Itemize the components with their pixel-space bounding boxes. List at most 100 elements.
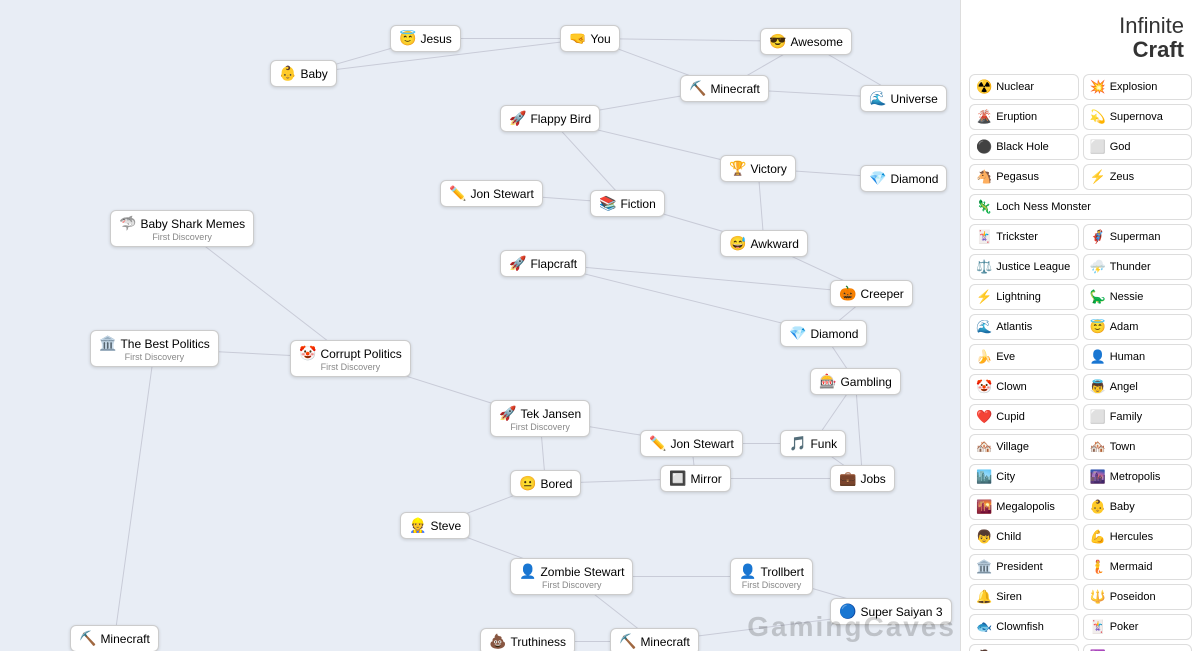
node-victory[interactable]: 🏆Victory [720,155,796,182]
sidebar-emoji-21: ❤️ [976,409,992,425]
sidebar-item-clown[interactable]: 🤡Clown [969,374,1079,400]
node-minecraft1[interactable]: ⛏️Minecraft [680,75,769,102]
node-flapcraft[interactable]: 🚀Flapcraft [500,250,586,277]
sidebar-item-baby[interactable]: 👶Baby [1083,494,1193,520]
sidebar-item-vampirate[interactable]: 🧛Vampirate [969,644,1079,651]
node-jobs[interactable]: 💼Jobs [830,465,895,492]
sidebar-emoji-16: 😇 [1090,319,1106,335]
sidebar-item-town[interactable]: 🏘️Town [1083,434,1193,460]
sidebar-item-angel[interactable]: 👼Angel [1083,374,1193,400]
sidebar-item-supernova[interactable]: 💫Supernova [1083,104,1193,130]
node-label-corrupt_politics: Corrupt Politics [320,347,401,361]
sidebar-item-president[interactable]: 🏛️President [969,554,1079,580]
sidebar-label-36: Poker [1110,621,1139,633]
sidebar-item-family[interactable]: ⬜Family [1083,404,1193,430]
node-fiction[interactable]: 📚Fiction [590,190,665,217]
node-awkward[interactable]: 😅Awkward [720,230,808,257]
node-jesus[interactable]: 😇Jesus [390,25,461,52]
node-minecraft2[interactable]: ⛏️Minecraft [70,625,159,651]
sidebar-item-clownfish[interactable]: 🐟Clownfish [969,614,1079,640]
sidebar-emoji-28: 👶 [1090,499,1106,515]
node-corrupt_politics[interactable]: 🤡Corrupt PoliticsFirst Discovery [290,340,411,377]
node-label-victory: Victory [750,162,786,176]
node-mirror[interactable]: 🔲Mirror [660,465,731,492]
node-emoji-truthiness: 💩 [489,633,506,650]
sidebar-item-black-hole[interactable]: ⚫Black Hole [969,134,1079,160]
node-label-flapcraft: Flapcraft [530,257,577,271]
node-gambling[interactable]: 🎰Gambling [810,368,901,395]
node-funk[interactable]: 🎵Funk [780,430,846,457]
sidebar-item-eve[interactable]: 🍌Eve [969,344,1079,370]
node-label-super_saiyan: Super Saiyan 3 [860,605,942,619]
node-zombie_stewart[interactable]: 👤Zombie StewartFirst Discovery [510,558,633,595]
node-you[interactable]: 🤜You [560,25,620,52]
node-flappy_bird[interactable]: 🚀Flappy Bird [500,105,600,132]
sidebar-item-lightning[interactable]: ⚡Lightning [969,284,1079,310]
sidebar-item-pegasus[interactable]: 🐴Pegasus [969,164,1079,190]
node-best_politics[interactable]: 🏛️The Best PoliticsFirst Discovery [90,330,219,367]
node-tek_jansen[interactable]: 🚀Tek JansenFirst Discovery [490,400,590,437]
node-label-trollbert: Trollbert [760,565,804,579]
node-minecraft3[interactable]: ⛏️Minecraft [610,628,699,651]
node-bored[interactable]: 😐Bored [510,470,581,497]
node-label-mirror: Mirror [690,472,721,486]
sidebar-item-loch-ness-monster[interactable]: 🦎Loch Ness Monster [969,194,1192,220]
sidebar-label-5: God [1110,141,1131,153]
node-baby_shark[interactable]: 🦈Baby Shark MemesFirst Discovery [110,210,254,247]
sidebar-item-zeus[interactable]: ⚡Zeus [1083,164,1193,190]
sidebar-item-poker[interactable]: 🃏Poker [1083,614,1193,640]
sidebar-item-cupid[interactable]: ❤️Cupid [969,404,1079,430]
sidebar-item-superman[interactable]: 🦸Superman [1083,224,1193,250]
node-jon_stewart1[interactable]: ✏️Jon Stewart [440,180,543,207]
node-universe[interactable]: 🌊Universe [860,85,947,112]
sidebar-item-justice-league[interactable]: ⚖️Justice League [969,254,1079,280]
sidebar-item-atlantis[interactable]: 🌊Atlantis [969,314,1079,340]
sidebar-item-siren[interactable]: 🔔Siren [969,584,1079,610]
node-super_saiyan[interactable]: 🔵Super Saiyan 3 [830,598,952,625]
node-diamond[interactable]: 💎Diamond [860,165,947,192]
sidebar-item-god[interactable]: ⬜God [1083,134,1193,160]
sidebar-label-19: Clown [996,381,1027,393]
sidebar-label-34: Poseidon [1110,591,1156,603]
sidebar-item-village[interactable]: 🏘️Village [969,434,1079,460]
sidebar-item-poseidon[interactable]: 🔱Poseidon [1083,584,1193,610]
sidebar-item-human[interactable]: 👤Human [1083,344,1193,370]
node-jon_stewart2[interactable]: ✏️Jon Stewart [640,430,743,457]
sidebar-item-city[interactable]: 🏙️City [969,464,1079,490]
node-awesome[interactable]: 😎Awesome [760,28,852,55]
sidebar-item-hercules[interactable]: 💪Hercules [1083,524,1193,550]
sidebar-item-megalopolis[interactable]: 🌇Megalopolis [969,494,1079,520]
sidebar-item-mermaid[interactable]: 🧜Mermaid [1083,554,1193,580]
sidebar-item-religion[interactable]: ✝️Religion [1083,644,1193,651]
node-emoji-baby: 👶 [279,65,296,82]
sidebar-item-adam[interactable]: 😇Adam [1083,314,1193,340]
sidebar-item-nessie[interactable]: 🦕Nessie [1083,284,1193,310]
node-emoji-flappy_bird: 🚀 [509,110,526,127]
sidebar-item-metropolis[interactable]: 🌆Metropolis [1083,464,1193,490]
sidebar-item-thunder[interactable]: ⛈️Thunder [1083,254,1193,280]
node-emoji-creeper: 🎃 [839,285,856,302]
sidebar-emoji-33: 🔔 [976,589,992,605]
sidebar-item-eruption[interactable]: 🌋Eruption [969,104,1079,130]
node-truthiness[interactable]: 💩 Truthiness [480,628,575,651]
canvas-area[interactable]: 👶Baby 😇Jesus 🤜You 😎Awesome ⛏️Minecraft 🌊Unive… [0,0,960,651]
node-diamond2[interactable]: 💎Diamond [780,320,867,347]
node-emoji-jobs: 💼 [839,470,856,487]
sidebar-label-32: Mermaid [1110,561,1153,573]
sidebar-item-explosion[interactable]: 💥Explosion [1083,74,1193,100]
sidebar-emoji-1: 💥 [1090,79,1106,95]
sidebar-item-nuclear[interactable]: ☢️Nuclear [969,74,1079,100]
node-trollbert[interactable]: 👤TrollbertFirst Discovery [730,558,813,595]
sidebar-label-4: Black Hole [996,141,1049,153]
sidebar-item-child[interactable]: 👦Child [969,524,1079,550]
sidebar-label-22: Family [1110,411,1142,423]
node-steve[interactable]: 👷Steve [400,512,470,539]
node-label-bored: Bored [540,477,572,491]
node-baby[interactable]: 👶Baby [270,60,337,87]
node-sub-corrupt_politics: First Discovery [321,362,381,372]
node-label-truthiness: Truthiness [510,635,566,649]
sidebar-item-trickster[interactable]: 🃏Trickster [969,224,1079,250]
node-emoji-steve: 👷 [409,517,426,534]
node-creeper[interactable]: 🎃Creeper [830,280,913,307]
node-label-funk: Funk [810,437,837,451]
